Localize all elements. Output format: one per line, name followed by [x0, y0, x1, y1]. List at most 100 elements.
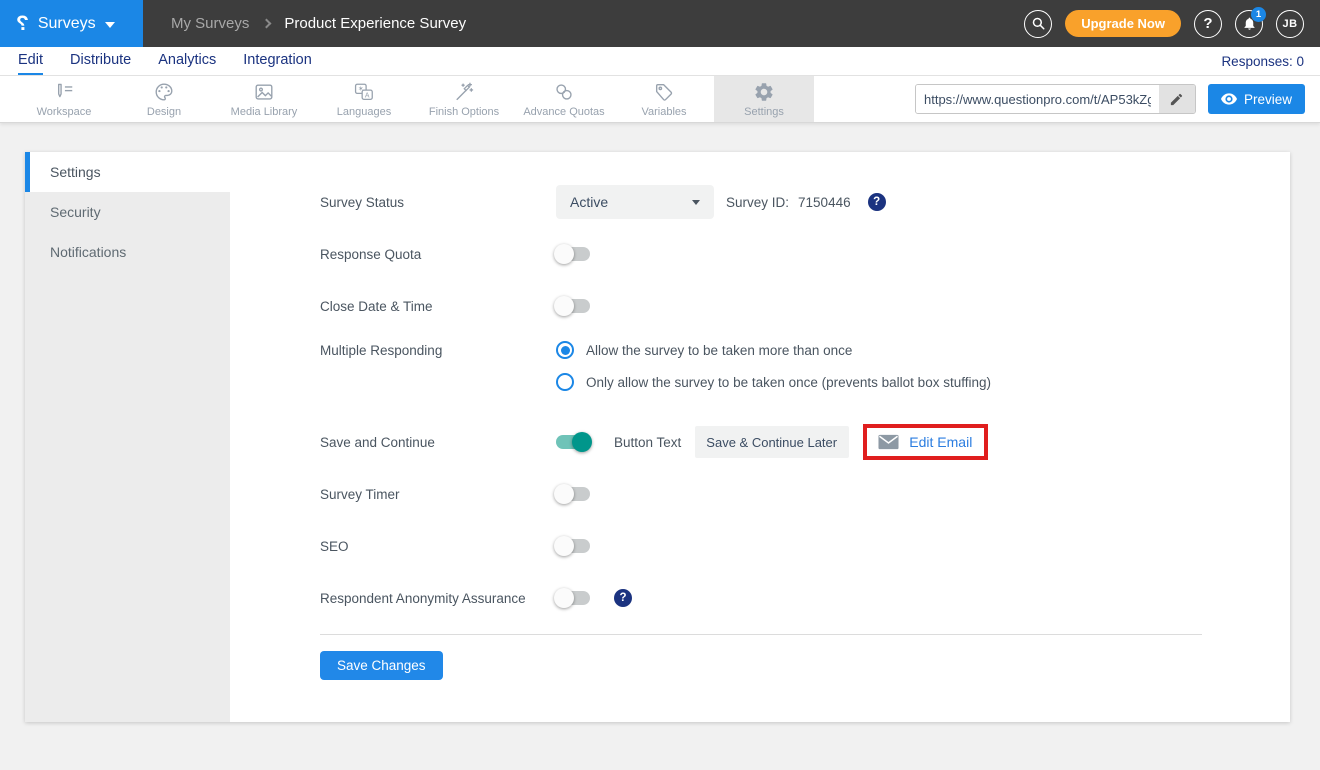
row-close-date: Close Date & Time	[320, 280, 1290, 332]
survey-status-value: Active	[570, 194, 608, 210]
notifications-button[interactable]: 1	[1235, 10, 1263, 38]
breadcrumb-my-surveys[interactable]: My Surveys	[171, 15, 249, 32]
settings-sidebar: Settings Security Notifications	[25, 152, 230, 722]
top-header: ? Surveys My Surveys Product Experience …	[0, 0, 1320, 47]
toolbar-right: Preview	[915, 76, 1320, 122]
pencil-icon	[1169, 92, 1184, 107]
save-changes-button[interactable]: Save Changes	[320, 651, 443, 680]
radio-option-multiple[interactable]: Allow the survey to be taken more than o…	[556, 341, 991, 359]
toggle-knob	[572, 432, 592, 452]
toggle-knob	[554, 244, 574, 264]
radio-option-once[interactable]: Only allow the survey to be taken once (…	[556, 373, 991, 391]
sidebar-item-label: Security	[50, 204, 101, 220]
top-actions: Upgrade Now ? 1 JB	[1024, 10, 1320, 38]
edit-url-button[interactable]	[1159, 85, 1195, 113]
languages-translate-icon: ✶ A	[353, 81, 375, 103]
tool-label: Workspace	[37, 106, 92, 118]
tab-distribute[interactable]: Distribute	[70, 47, 131, 75]
help-button[interactable]: ?	[1194, 10, 1222, 38]
button-text-label: Button Text	[614, 435, 681, 450]
tool-label: Settings	[744, 106, 784, 118]
survey-status-label: Survey Status	[320, 195, 556, 210]
save-and-continue-toggle[interactable]	[556, 435, 590, 449]
row-response-quota: Response Quota	[320, 228, 1290, 280]
survey-timer-toggle[interactable]	[556, 487, 590, 501]
sidebar-item-label: Notifications	[50, 244, 126, 260]
toggle-knob	[554, 536, 574, 556]
tab-edit[interactable]: Edit	[18, 47, 43, 75]
toolbar-item-languages[interactable]: ✶ A Languages	[314, 76, 414, 122]
search-icon	[1031, 16, 1046, 31]
toolbar-item-variables[interactable]: Variables	[614, 76, 714, 122]
survey-nav: Edit Distribute Analytics Integration Re…	[0, 47, 1320, 76]
response-quota-toggle[interactable]	[556, 247, 590, 261]
survey-url-field	[915, 84, 1196, 114]
row-multiple-responding: Multiple Responding Allow the survey to …	[320, 332, 1290, 416]
tab-integration[interactable]: Integration	[243, 47, 312, 75]
toolbar-item-media-library[interactable]: Media Library	[214, 76, 314, 122]
toolbar-item-design[interactable]: Design	[114, 76, 214, 122]
radio-button[interactable]	[556, 341, 574, 359]
tool-label: Media Library	[231, 106, 298, 118]
search-button[interactable]	[1024, 10, 1052, 38]
multiple-responding-options: Allow the survey to be taken more than o…	[556, 341, 991, 391]
preview-button[interactable]: Preview	[1208, 84, 1305, 114]
toggle-knob	[554, 296, 574, 316]
settings-gear-icon	[753, 81, 775, 103]
seo-label: SEO	[320, 539, 556, 554]
multiple-responding-label: Multiple Responding	[320, 341, 556, 358]
survey-timer-label: Survey Timer	[320, 487, 556, 502]
tool-label: Variables	[641, 106, 686, 118]
close-date-label: Close Date & Time	[320, 299, 556, 314]
edit-email-label: Edit Email	[909, 434, 972, 450]
preview-label: Preview	[1244, 92, 1292, 107]
survey-id-label: Survey ID:	[726, 195, 789, 210]
question-mark-icon: ?	[1203, 15, 1212, 32]
survey-id-group: Survey ID: 7150446 ?	[726, 193, 886, 211]
finish-wand-icon	[453, 81, 475, 103]
quotas-chain-icon	[553, 81, 575, 103]
tool-label: Design	[147, 106, 181, 118]
breadcrumb-current-survey: Product Experience Survey	[284, 15, 466, 32]
questionpro-logo-icon: ?	[16, 13, 29, 34]
settings-content: Survey Status Active Survey ID: 7150446 …	[230, 152, 1290, 722]
upgrade-now-button[interactable]: Upgrade Now	[1065, 10, 1181, 37]
user-avatar[interactable]: JB	[1276, 10, 1304, 38]
variables-tag-icon	[653, 81, 675, 103]
tab-analytics[interactable]: Analytics	[158, 47, 216, 75]
edit-email-button[interactable]: Edit Email	[863, 424, 988, 460]
nav-tabs: Edit Distribute Analytics Integration	[18, 47, 312, 75]
survey-id-value: 7150446	[798, 195, 851, 210]
toolbar-item-advance-quotas[interactable]: Advance Quotas	[514, 76, 614, 122]
anonymity-label: Respondent Anonymity Assurance	[320, 591, 556, 606]
product-name: Surveys	[38, 15, 96, 33]
row-seo: SEO	[320, 520, 1290, 572]
tool-label: Languages	[337, 106, 391, 118]
toolbar-item-settings[interactable]: Settings	[714, 76, 814, 122]
product-switcher[interactable]: ? Surveys	[0, 0, 143, 47]
survey-id-help-icon[interactable]: ?	[868, 193, 886, 211]
row-survey-status: Survey Status Active Survey ID: 7150446 …	[320, 176, 1290, 228]
button-text-input[interactable]	[695, 426, 849, 458]
radio-button[interactable]	[556, 373, 574, 391]
row-anonymity: Respondent Anonymity Assurance ?	[320, 572, 1290, 624]
survey-url-input[interactable]	[916, 85, 1159, 113]
anonymity-help-icon[interactable]: ?	[614, 589, 632, 607]
sidebar-item-settings[interactable]: Settings	[25, 152, 230, 192]
sidebar-item-label: Settings	[50, 164, 101, 180]
save-and-continue-label: Save and Continue	[320, 435, 556, 450]
responses-count: Responses: 0	[1221, 47, 1304, 75]
toggle-knob	[554, 588, 574, 608]
svg-text:✶: ✶	[358, 85, 364, 93]
sidebar-item-notifications[interactable]: Notifications	[25, 232, 230, 272]
toolbar-item-finish-options[interactable]: Finish Options	[414, 76, 514, 122]
sidebar-item-security[interactable]: Security	[25, 192, 230, 232]
chevron-down-icon	[105, 22, 115, 28]
radio-option-label: Only allow the survey to be taken once (…	[586, 375, 991, 390]
toolbar-item-workspace[interactable]: Workspace	[14, 76, 114, 122]
anonymity-toggle[interactable]	[556, 591, 590, 605]
envelope-icon	[878, 434, 899, 450]
close-date-toggle[interactable]	[556, 299, 590, 313]
survey-status-select[interactable]: Active	[556, 185, 714, 219]
seo-toggle[interactable]	[556, 539, 590, 553]
